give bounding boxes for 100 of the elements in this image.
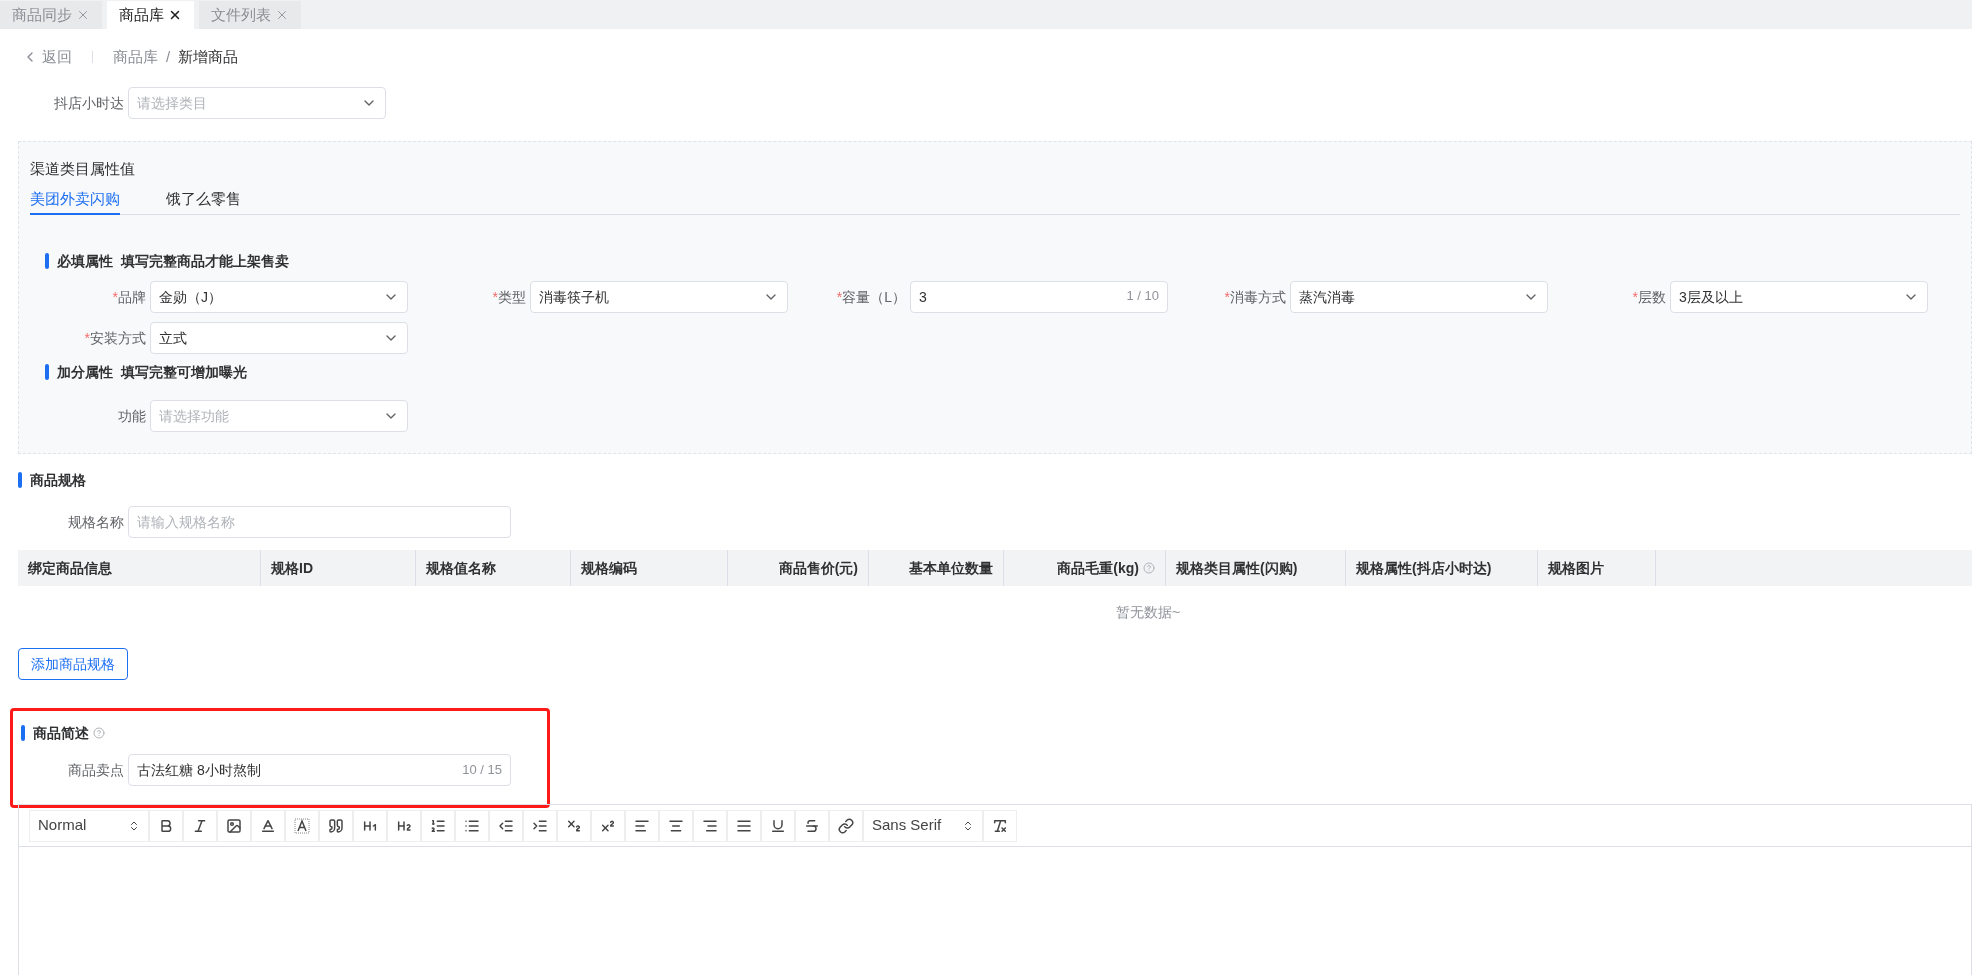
indent-button[interactable]	[523, 809, 557, 842]
strikethrough-icon	[804, 817, 820, 834]
breadcrumb-item[interactable]: 商品库	[113, 45, 158, 69]
channel-tab[interactable]: 饿了么零售	[166, 186, 241, 215]
underline-icon	[770, 817, 786, 834]
field-label: 消毒方式	[1230, 287, 1286, 307]
input-value: 古法红糖 8小时熬制	[137, 761, 262, 780]
select-value: 消毒筷子机	[539, 287, 610, 307]
text-color-button[interactable]	[251, 809, 285, 842]
format-picker[interactable]: Sans Serif	[863, 809, 983, 842]
background-color-button[interactable]	[285, 809, 319, 842]
quote-button[interactable]	[319, 809, 353, 842]
section-marker	[45, 252, 49, 269]
select-field[interactable]: 消毒筷子机	[530, 280, 788, 313]
section-marker	[45, 363, 49, 380]
superscript-button[interactable]	[591, 809, 625, 842]
required-asterisk: *	[84, 328, 90, 348]
clear-format-icon	[992, 817, 1008, 834]
text-color-icon	[260, 817, 276, 834]
italic-icon	[192, 817, 208, 834]
required-asterisk: *	[1224, 287, 1230, 307]
underline-button[interactable]	[761, 809, 795, 842]
column-header: 基本单位数量	[909, 559, 993, 578]
section-title: 必填属性	[57, 251, 113, 271]
select-field[interactable]: 3层及以上	[1670, 280, 1928, 313]
required-asterisk: *	[492, 287, 498, 307]
section-title: 商品简述	[33, 724, 89, 743]
select-field[interactable]: 蒸汽消毒	[1290, 280, 1548, 313]
select-value: 蒸汽消毒	[1299, 287, 1356, 307]
section-title: 商品规格	[30, 471, 86, 490]
empty-table-text: 暂无数据~	[1116, 603, 1181, 622]
up-down-arrow-icon	[962, 819, 974, 832]
breadcrumb-current: 新增商品	[178, 46, 239, 67]
image-icon	[226, 817, 242, 834]
page-tab[interactable]: 商品库	[107, 1, 194, 29]
select-field[interactable]: 金勋（J）	[150, 280, 408, 313]
column-header: 商品售价(元)	[778, 559, 858, 578]
italic-button[interactable]	[183, 809, 217, 842]
justify-button[interactable]	[727, 809, 761, 842]
align-center-button[interactable]	[659, 809, 693, 842]
column-header: 规格图片	[1548, 559, 1604, 578]
bold-button[interactable]	[149, 809, 183, 842]
field-label: 安装方式	[90, 328, 146, 348]
quote-icon	[328, 817, 344, 834]
char-counter: 10 / 15	[462, 760, 502, 779]
field-label: 容量（L）	[842, 287, 906, 307]
column-header: 商品毛重(kg)	[1057, 559, 1139, 578]
text-input[interactable]: 古法红糖 8小时熬制 10 / 15	[128, 754, 511, 786]
column-header: 规格属性(抖店小时达)	[1356, 559, 1492, 578]
up-down-arrow-icon	[128, 819, 140, 832]
link-icon	[838, 817, 854, 834]
image-button[interactable]	[217, 809, 251, 842]
align-right-button[interactable]	[693, 809, 727, 842]
breadcrumb-item: /	[166, 46, 171, 67]
hatched-letter-icon	[294, 817, 310, 834]
char-counter: 1 / 10	[1126, 287, 1159, 306]
back-link[interactable]: 返回	[22, 45, 72, 69]
heading-one-button[interactable]	[353, 809, 387, 842]
select-value: 金勋（J）	[159, 287, 223, 307]
panel-title: 渠道类目属性值	[30, 159, 136, 179]
close-icon[interactable]	[168, 8, 182, 22]
section-hint: 填写完整商品才能上架售卖	[121, 251, 289, 271]
field-label: 层数	[1638, 287, 1666, 307]
format-picker[interactable]: Normal	[29, 809, 149, 842]
help-icon	[93, 727, 105, 739]
link-button[interactable]	[829, 809, 863, 842]
clear-format-button[interactable]	[983, 809, 1017, 842]
bold-icon	[158, 817, 174, 834]
heading-two-button[interactable]	[387, 809, 421, 842]
add-spec-button[interactable]: 添加商品规格	[18, 648, 128, 680]
column-header: 规格ID	[271, 559, 313, 578]
select-value: 立式	[159, 328, 188, 348]
required-asterisk: *	[1632, 287, 1638, 307]
subscript-button[interactable]	[557, 809, 591, 842]
select-placeholder: 请选择类目	[137, 94, 208, 113]
field-label: 商品卖点	[68, 761, 124, 780]
strikethrough-button[interactable]	[795, 809, 829, 842]
section-title: 加分属性	[57, 362, 113, 382]
section-marker	[21, 725, 25, 741]
channel-tab[interactable]: 美团外卖闪购	[30, 186, 120, 215]
field-label: 规格名称	[68, 513, 124, 532]
column-header: 规格类目属性(闪购)	[1176, 559, 1298, 578]
outdent-button[interactable]	[489, 809, 523, 842]
section-marker	[18, 472, 22, 488]
select-placeholder: 请选择功能	[159, 406, 230, 426]
field-label: 功能	[118, 406, 146, 426]
required-asterisk: *	[836, 287, 843, 307]
section-hint: 填写完整可增加曝光	[121, 362, 247, 382]
align-left-button[interactable]	[625, 809, 659, 842]
numbered-list-icon	[430, 817, 446, 834]
column-header: 绑定商品信息	[28, 559, 112, 578]
field-label: 品牌	[118, 287, 146, 307]
numbered-list-button[interactable]	[421, 809, 455, 842]
text-input[interactable]: 3 1 / 10	[910, 280, 1168, 313]
column-header: 规格值名称	[426, 559, 496, 578]
select-field[interactable]: 立式	[150, 321, 408, 354]
field-label: 类型	[498, 287, 526, 307]
bullet-list-button[interactable]	[455, 809, 489, 842]
field-label: 抖店小时达	[54, 94, 124, 113]
column-header: 规格编码	[581, 559, 637, 578]
